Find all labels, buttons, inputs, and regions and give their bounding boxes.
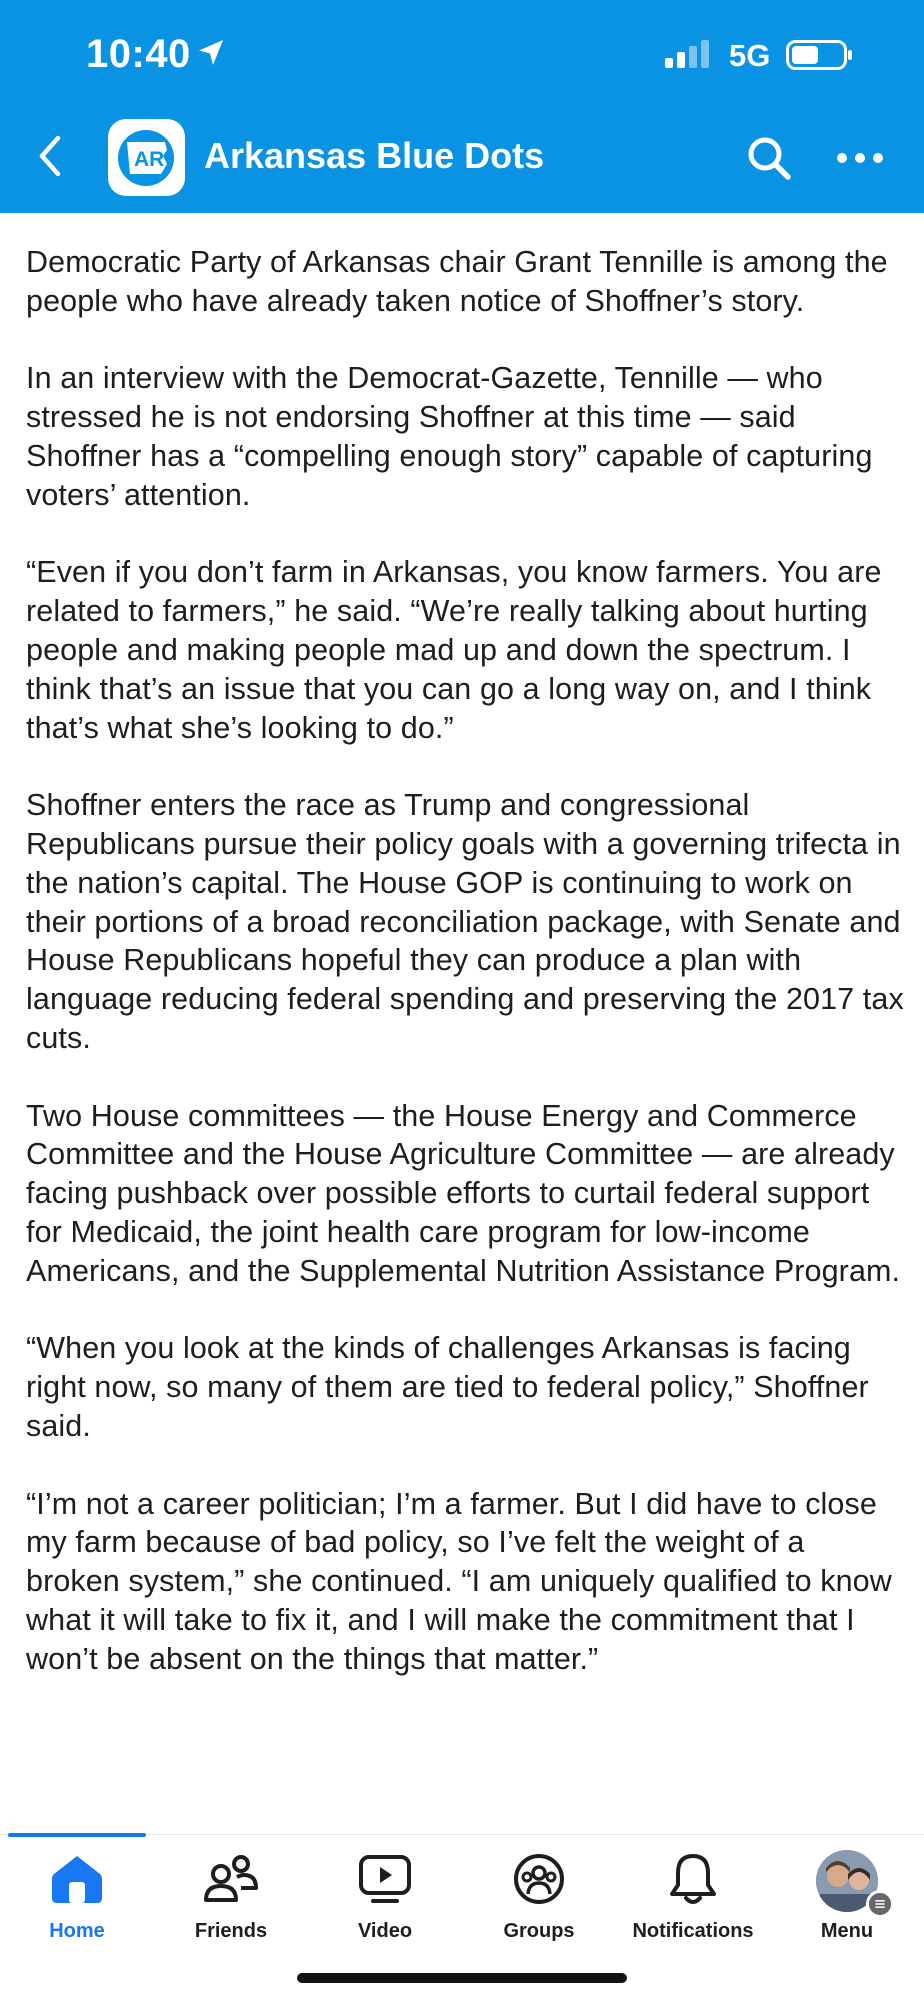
tab-groups[interactable]: Groups	[462, 1840, 616, 1950]
tab-video[interactable]: Video	[308, 1840, 462, 1950]
tab-menu[interactable]: Menu	[770, 1840, 924, 1950]
bottom-tab-bar: Home Friends Video Groups Notifications …	[0, 1840, 924, 1950]
group-avatar[interactable]: AR	[108, 119, 185, 196]
video-icon	[359, 1855, 411, 1903]
article-paragraph: Democratic Party of Arkansas chair Grant…	[26, 245, 888, 318]
article-paragraph: In an interview with the Democrat-Gazett…	[26, 361, 873, 512]
bell-icon	[670, 1854, 716, 1904]
signal-icon	[665, 40, 709, 68]
tab-friends[interactable]: Friends	[154, 1840, 308, 1950]
app-header: 10:40 5G AR Arkansas Blue Dots	[0, 0, 924, 213]
article-paragraph: “I’m not a career politician; I’m a farm…	[26, 1486, 892, 1676]
friends-icon	[204, 1855, 258, 1902]
tab-label: Groups	[503, 1920, 575, 1942]
back-chevron-icon[interactable]	[34, 133, 66, 179]
network-type: 5G	[729, 38, 771, 73]
tab-label: Friends	[194, 1920, 268, 1942]
location-arrow-icon	[199, 40, 223, 65]
article-paragraph: Two House committees — the House Energy …	[26, 1098, 901, 1288]
tab-label: Home	[49, 1920, 105, 1942]
menu-hamburger-icon	[866, 1890, 894, 1918]
tab-label: Menu	[820, 1920, 874, 1942]
status-time: 10:40	[86, 32, 191, 76]
battery-icon	[786, 40, 852, 70]
home-icon	[52, 1856, 102, 1903]
tab-label: Notifications	[632, 1920, 754, 1942]
home-indicator	[297, 1973, 627, 1983]
tab-label: Video	[357, 1920, 413, 1942]
article-paragraph: “When you look at the kinds of challenge…	[26, 1331, 869, 1443]
groups-icon	[514, 1854, 564, 1904]
tab-home[interactable]: Home	[0, 1840, 154, 1950]
group-title[interactable]: Arkansas Blue Dots	[204, 135, 544, 177]
article-body: Democratic Party of Arkansas chair Grant…	[26, 243, 906, 1835]
svg-text:AR: AR	[134, 148, 164, 171]
search-icon[interactable]	[746, 135, 792, 181]
article-paragraph: Shoffner enters the race as Trump and co…	[26, 788, 904, 1055]
reading-progress-bar	[8, 1833, 146, 1837]
arkansas-logo-icon: AR	[118, 130, 174, 186]
article-paragraph: “Even if you don’t farm in Arkansas, you…	[26, 555, 882, 745]
more-dots-icon[interactable]	[836, 150, 884, 166]
tab-notifications[interactable]: Notifications	[616, 1840, 770, 1950]
